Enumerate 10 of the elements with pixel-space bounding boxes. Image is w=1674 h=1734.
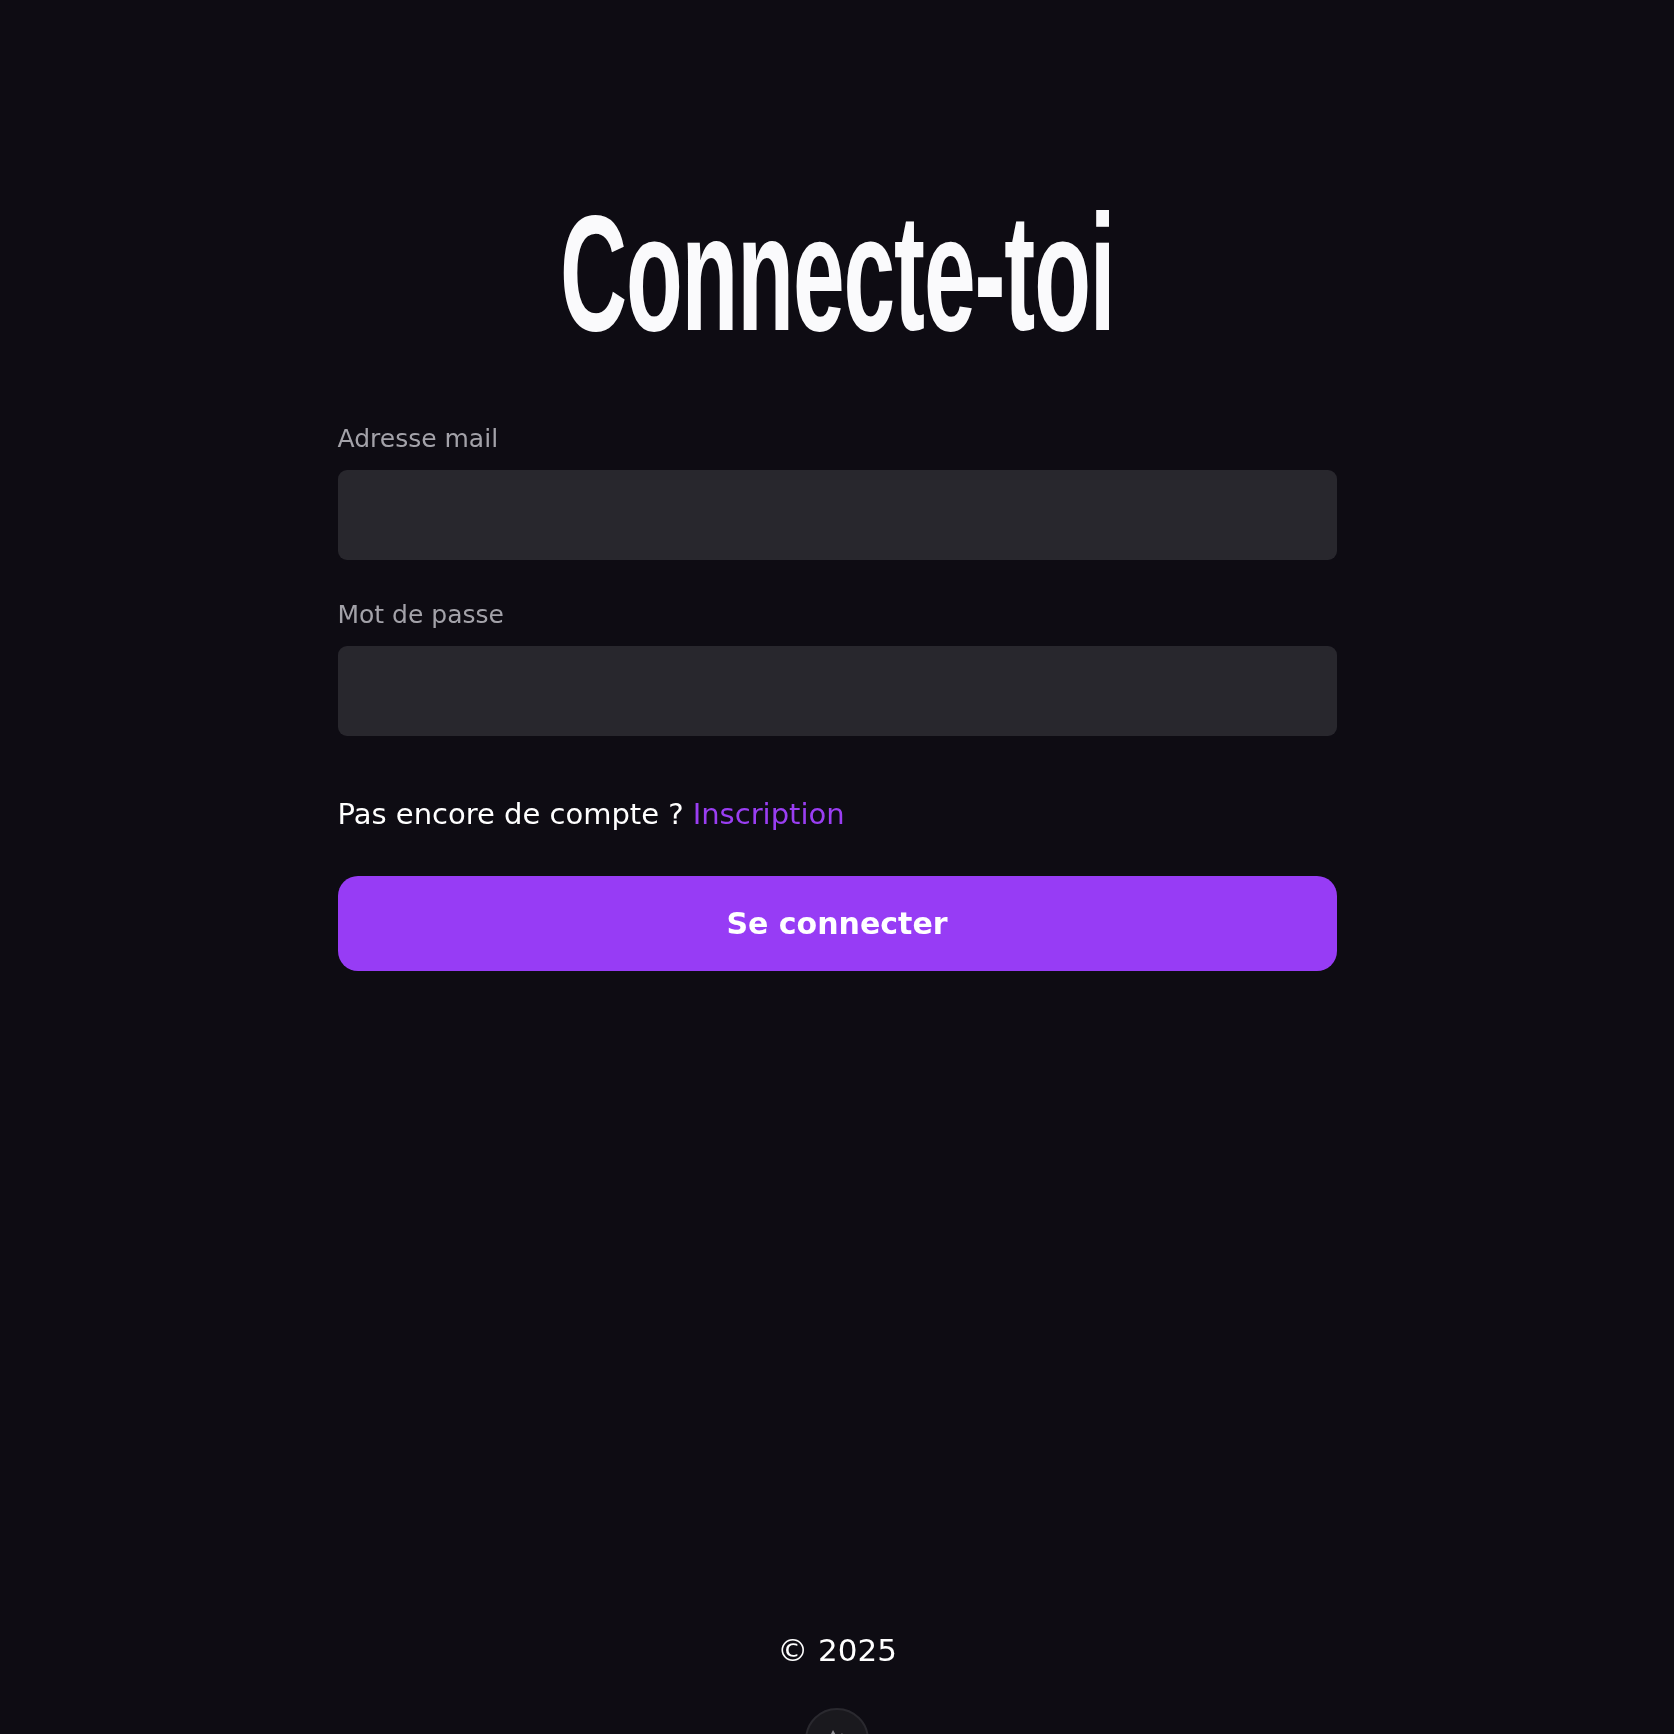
mountain-icon[interactable] xyxy=(805,1708,869,1734)
signup-prompt: Pas encore de compte ? xyxy=(337,796,684,833)
copyright-text: © 2025 xyxy=(777,1631,897,1670)
field-label: Adresse mail xyxy=(337,424,499,454)
login-button[interactable]: Se connecter xyxy=(337,876,1337,971)
input-field[interactable] xyxy=(337,646,1337,736)
input-field[interactable] xyxy=(337,470,1337,560)
field-label: Mot de passe xyxy=(337,600,504,630)
signup-link[interactable]: Inscription xyxy=(692,794,845,834)
page-title: Connecte-toi xyxy=(559,198,1115,348)
